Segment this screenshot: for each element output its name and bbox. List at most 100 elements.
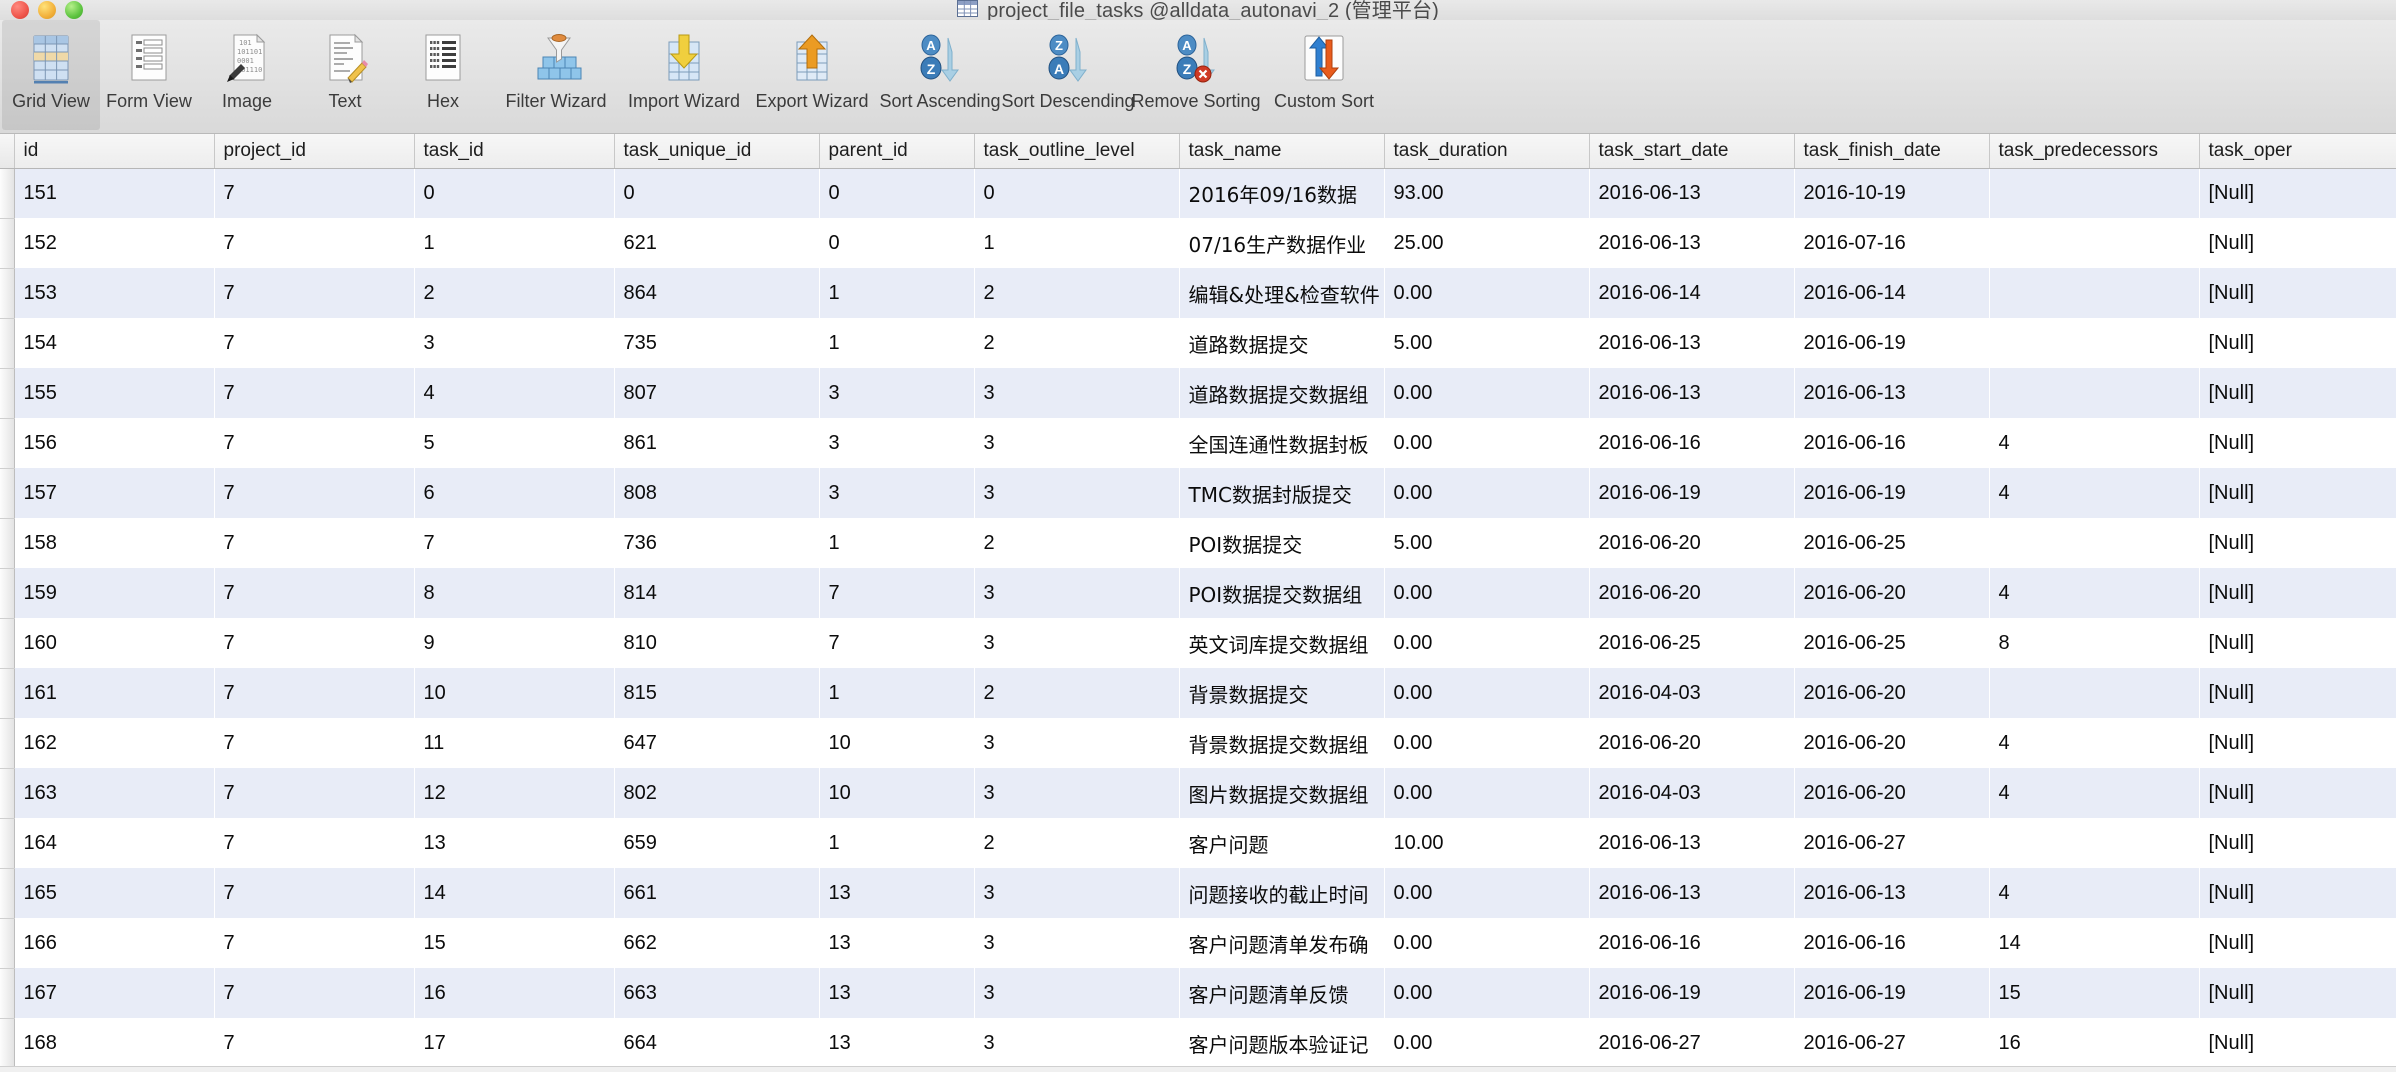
table-row[interactable]: 152 7 1 621 0 1 07/16生产数据作业 25.00 2016-06-13 2016… [0,218,2396,269]
cell-task-oper[interactable]: [Null] [2199,718,2396,768]
cell-task-start-date[interactable]: 2016-06-25 [1589,618,1794,668]
cell-task-finish-date[interactable]: 2016-06-25 [1794,518,1989,568]
cell-task-finish-date[interactable]: 2016-06-20 [1794,668,1989,718]
cell-id[interactable]: 156 [14,418,214,468]
cell-task-finish-date[interactable]: 2016-07-16 [1794,218,1989,268]
cell-task-oper[interactable]: [Null] [2199,368,2396,418]
row-selector-cell[interactable] [0,818,15,869]
column-header-task-finish-date[interactable]: task_finish_date [1794,134,1990,169]
cell-task-predecessors[interactable]: 4 [1989,868,2199,918]
cell-project-id[interactable]: 7 [214,768,414,818]
cell-task-name[interactable]: 客户问题清单反馈 [1179,968,1384,1018]
cell-task-oper[interactable]: [Null] [2199,268,2396,318]
cell-task-id[interactable]: 11 [414,718,614,768]
zoom-button[interactable] [65,1,83,19]
cell-task-duration[interactable]: 0.00 [1384,568,1589,618]
cell-task-unique-id[interactable]: 814 [614,568,819,618]
table-row[interactable]: 151 7 0 0 0 0 2016年09/16数据 93.00 2016-06-13 2016-… [0,168,2396,219]
cell-task-duration[interactable]: 0.00 [1384,768,1589,818]
cell-parent-id[interactable]: 1 [819,818,974,868]
row-selector-cell[interactable] [0,268,15,319]
table-row[interactable]: 167 7 16 663 13 3 客户问题清单反馈 0.00 2016-06-19 2016-0… [0,968,2396,1019]
cell-task-oper[interactable]: [Null] [2199,968,2396,1018]
cell-task-outline-level[interactable]: 2 [974,318,1179,368]
cell-project-id[interactable]: 7 [214,268,414,318]
row-selector-cell[interactable] [0,568,15,619]
cell-task-start-date[interactable]: 2016-06-20 [1589,518,1794,568]
toolbar-button-text[interactable]: Text [296,20,394,130]
cell-task-predecessors[interactable] [1989,668,2199,718]
cell-task-duration[interactable]: 5.00 [1384,518,1589,568]
cell-project-id[interactable]: 7 [214,318,414,368]
cell-id[interactable]: 151 [14,168,214,218]
cell-task-unique-id[interactable]: 815 [614,668,819,718]
table-row[interactable]: 155 7 4 807 3 3 道路数据提交数据组 0.00 2016-06-13 2016-06… [0,368,2396,419]
cell-task-name[interactable]: 全国连通性数据封板 [1179,418,1384,468]
cell-task-oper[interactable]: [Null] [2199,818,2396,868]
cell-task-finish-date[interactable]: 2016-06-20 [1794,568,1989,618]
cell-parent-id[interactable]: 13 [819,918,974,968]
row-selector-cell[interactable] [0,868,15,919]
cell-task-finish-date[interactable]: 2016-06-19 [1794,468,1989,518]
cell-task-unique-id[interactable]: 647 [614,718,819,768]
cell-task-unique-id[interactable]: 661 [614,868,819,918]
horizontal-scrollbar[interactable] [0,1066,2396,1072]
cell-task-unique-id[interactable]: 662 [614,918,819,968]
cell-parent-id[interactable]: 0 [819,168,974,218]
cell-parent-id[interactable]: 13 [819,1018,974,1066]
cell-task-outline-level[interactable]: 3 [974,918,1179,968]
cell-parent-id[interactable]: 3 [819,368,974,418]
cell-task-start-date[interactable]: 2016-06-20 [1589,568,1794,618]
row-selector-cell[interactable] [0,168,15,219]
cell-task-oper[interactable]: [Null] [2199,918,2396,968]
toolbar-button-image[interactable]: 101 101101 0001 101110 Image [198,20,296,130]
cell-task-predecessors[interactable]: 4 [1989,418,2199,468]
column-header-id[interactable]: id [14,134,215,169]
cell-task-name[interactable]: POI数据提交数据组 [1179,568,1384,618]
cell-project-id[interactable]: 7 [214,568,414,618]
row-selector-cell[interactable] [0,768,15,819]
column-header-task-unique-id[interactable]: task_unique_id [614,134,820,169]
cell-task-name[interactable]: TMC数据封版提交 [1179,468,1384,518]
cell-task-finish-date[interactable]: 2016-06-13 [1794,368,1989,418]
cell-task-oper[interactable]: [Null] [2199,168,2396,218]
toolbar-button-sort-descending[interactable]: Z A Sort Descending [1001,20,1135,130]
toolbar-button-remove-sorting[interactable]: A Z Remove Sorting [1131,20,1261,130]
cell-task-finish-date[interactable]: 2016-06-14 [1794,268,1989,318]
cell-task-predecessors[interactable]: 4 [1989,768,2199,818]
cell-task-finish-date[interactable]: 2016-06-20 [1794,718,1989,768]
cell-task-finish-date[interactable]: 2016-06-25 [1794,618,1989,668]
cell-task-outline-level[interactable]: 3 [974,368,1179,418]
cell-task-id[interactable]: 15 [414,918,614,968]
column-header-task-duration[interactable]: task_duration [1384,134,1590,169]
row-selector-cell[interactable] [0,318,15,369]
cell-task-name[interactable]: 编辑&处理&检查软件 [1179,268,1384,318]
cell-id[interactable]: 161 [14,668,214,718]
row-selector-cell[interactable] [0,468,15,519]
cell-task-name[interactable]: 2016年09/16数据 [1179,168,1384,218]
table-row[interactable]: 154 7 3 735 1 2 道路数据提交 5.00 2016-06-13 2016-06-19… [0,318,2396,369]
cell-parent-id[interactable]: 10 [819,718,974,768]
cell-task-outline-level[interactable]: 3 [974,868,1179,918]
cell-task-finish-date[interactable]: 2016-06-20 [1794,768,1989,818]
table-row[interactable]: 158 7 7 736 1 2 POI数据提交 5.00 2016-06-20 2016-06-2… [0,518,2396,569]
cell-project-id[interactable]: 7 [214,218,414,268]
column-header-task-oper[interactable]: task_oper [2199,134,2396,169]
cell-task-outline-level[interactable]: 3 [974,1018,1179,1066]
cell-task-oper[interactable]: [Null] [2199,668,2396,718]
window-controls[interactable] [11,1,83,19]
cell-id[interactable]: 158 [14,518,214,568]
row-selector-cell[interactable] [0,1018,15,1066]
cell-task-finish-date[interactable]: 2016-06-19 [1794,968,1989,1018]
toolbar-button-import-wizard[interactable]: Import Wizard [620,20,748,130]
cell-task-predecessors[interactable] [1989,818,2199,868]
cell-task-unique-id[interactable]: 864 [614,268,819,318]
cell-parent-id[interactable]: 10 [819,768,974,818]
row-selector-cell[interactable] [0,918,15,969]
cell-task-predecessors[interactable] [1989,368,2199,418]
cell-task-finish-date[interactable]: 2016-06-13 [1794,868,1989,918]
cell-task-start-date[interactable]: 2016-06-13 [1589,368,1794,418]
cell-task-id[interactable]: 7 [414,518,614,568]
cell-task-id[interactable]: 10 [414,668,614,718]
cell-id[interactable]: 152 [14,218,214,268]
